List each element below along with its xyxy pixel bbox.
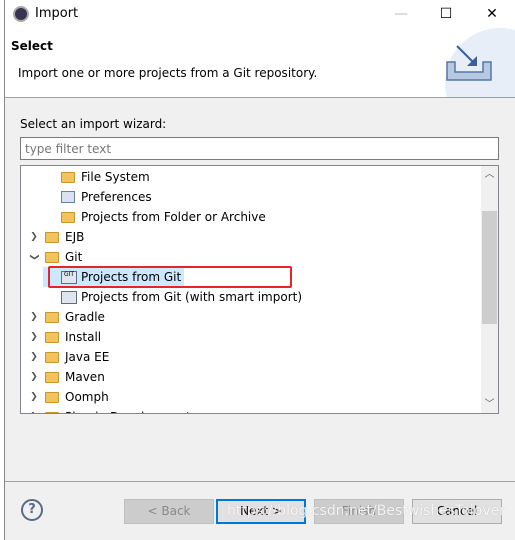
folder-icon [45, 371, 59, 383]
scroll-down-icon[interactable]: ﹀ [481, 396, 498, 413]
chevron-right-icon[interactable]: ❯ [27, 327, 41, 347]
tree-item[interactable]: Projects from Git (with smart import) [43, 287, 305, 307]
chevron-right-icon[interactable]: ❯ [27, 227, 41, 247]
tree-item-label: Projects from Folder or Archive [81, 210, 266, 224]
tree-item-label: Java EE [65, 350, 110, 364]
tree-item-label: Oomph [65, 390, 109, 404]
scrollbar-thumb[interactable] [482, 211, 497, 324]
help-icon[interactable]: ? [21, 499, 43, 521]
tree-item[interactable]: Preferences [43, 187, 155, 207]
tree-item-label: Preferences [81, 190, 152, 204]
tree-item[interactable]: ❯ Maven [27, 367, 108, 387]
maximize-button[interactable]: ☐ [431, 4, 461, 24]
preferences-icon [61, 191, 75, 203]
tree-item[interactable]: File System [43, 167, 153, 187]
scroll-up-icon[interactable]: ︿ [481, 166, 498, 183]
tree-item-label: Install [65, 330, 102, 344]
folder-icon [61, 211, 75, 223]
chevron-right-icon[interactable]: ❯ [27, 307, 41, 327]
import-wizard-icon [446, 45, 492, 81]
folder-icon [45, 331, 59, 343]
tree-item-label: Git [65, 250, 83, 264]
chevron-right-icon[interactable]: ❯ [27, 347, 41, 367]
tree-item[interactable]: Projects from Folder or Archive [43, 207, 269, 227]
chevron-right-icon[interactable]: ❯ [27, 407, 41, 413]
finish-button[interactable]: Finish [314, 499, 404, 524]
tree-item[interactable]: ❯ Java EE [27, 347, 112, 367]
folder-icon [45, 251, 59, 263]
tree-item[interactable]: ❯ Oomph [27, 387, 112, 407]
chevron-right-icon[interactable]: ❯ [27, 367, 41, 387]
close-button[interactable]: ✕ [477, 4, 507, 24]
tree-item-label: Maven [65, 370, 105, 384]
wizard-header: Select Import one or more projects from … [5, 28, 515, 98]
vertical-scrollbar[interactable]: ︿ ﹀ [481, 166, 498, 413]
folder-icon [45, 231, 59, 243]
tree-item-label: Plug-in Development [65, 407, 194, 413]
git-import-icon [61, 290, 77, 304]
chevron-down-icon[interactable]: ❯ [24, 250, 44, 264]
folder-icon [61, 171, 75, 183]
title-bar: Import — ☐ ✕ [5, 0, 515, 28]
window-title: Import [35, 6, 79, 21]
minimize-button[interactable]: — [386, 4, 416, 24]
eclipse-icon [13, 6, 29, 22]
wizard-tree: ❯ Plug-in Development ❯ Oomph ❯ Maven ❯ Java EE… [20, 165, 499, 414]
folder-icon [45, 311, 59, 323]
tree-item-label: EJB [65, 230, 85, 244]
tree-item[interactable]: ❯ Gradle [27, 307, 108, 327]
filter-input[interactable] [20, 137, 499, 160]
tree-item[interactable]: ❯ Plug-in Development [27, 407, 194, 413]
page-title: Select [11, 39, 53, 53]
tree-item-label: File System [81, 170, 150, 184]
tree-item[interactable]: ❯ Git [27, 247, 85, 267]
page-description: Import one or more projects from a Git r… [18, 66, 318, 80]
cancel-button[interactable]: Cancel [412, 499, 502, 524]
tree-item[interactable]: ❯ Install [27, 327, 104, 347]
tree-item-label: Projects from Git (with smart import) [81, 290, 303, 304]
folder-icon [45, 411, 59, 413]
folder-icon [45, 351, 59, 363]
back-button[interactable]: < Back [124, 499, 214, 524]
chevron-right-icon[interactable]: ❯ [27, 387, 41, 407]
tree-item[interactable]: ❯ EJB [27, 227, 87, 247]
import-dialog: Import — ☐ ✕ Select Import one or more p… [5, 0, 515, 540]
folder-icon [45, 391, 59, 403]
divider [5, 481, 515, 482]
annotation-highlight-box [48, 266, 292, 288]
wizard-label: Select an import wizard: [20, 117, 167, 131]
tree-item-label: Gradle [65, 310, 105, 324]
next-button[interactable]: Next > [216, 499, 306, 524]
